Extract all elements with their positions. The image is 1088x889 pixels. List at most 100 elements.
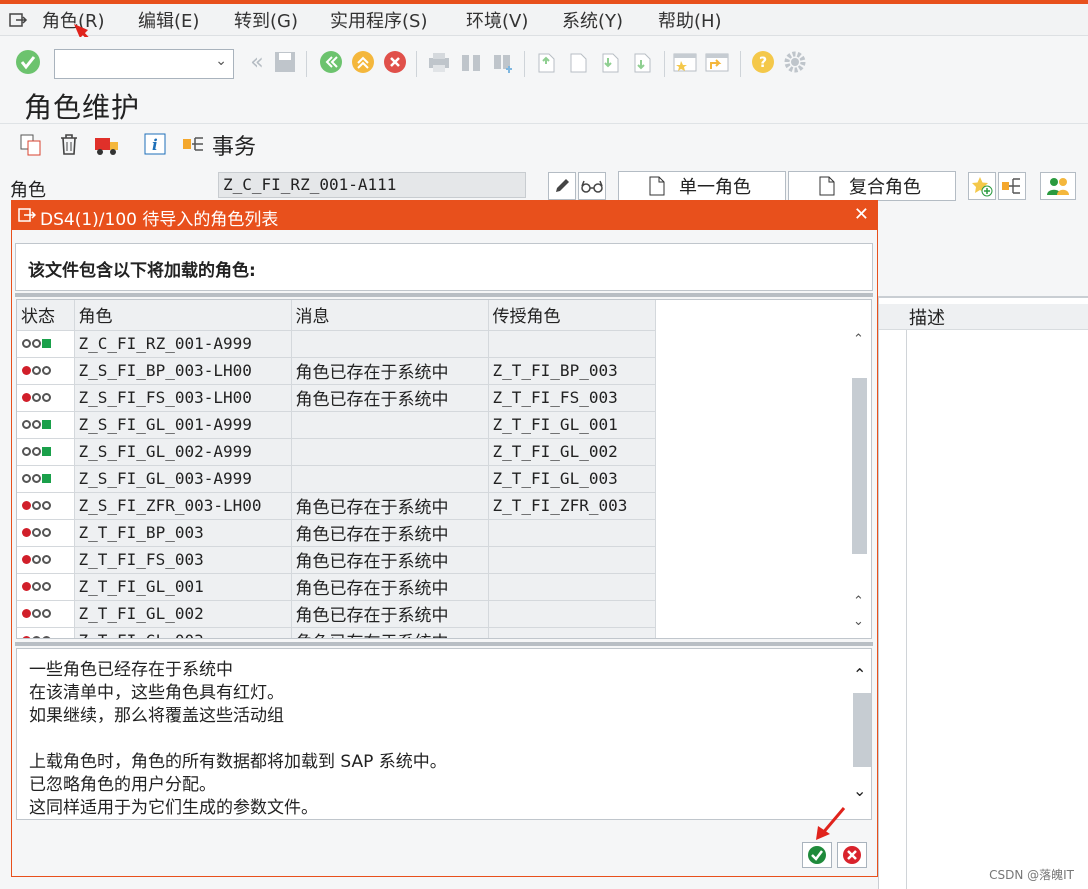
column-header-derived-role[interactable]: 传授角色 xyxy=(488,300,656,331)
derived-role-cell[interactable]: Z_T_FI_ZFR_003 xyxy=(488,492,656,520)
status-traffic-light-icon xyxy=(17,546,75,574)
scroll-down-icon[interactable]: ⌄ xyxy=(853,781,866,800)
description-panel: 描述 xyxy=(878,298,1088,889)
single-role-button[interactable]: 单一角色 xyxy=(618,171,786,201)
derived-role-cell[interactable] xyxy=(488,330,656,358)
intro-text: 该文件包含以下将加载的角色: xyxy=(28,261,256,281)
derived-role-cell[interactable]: Z_T_FI_BP_003 xyxy=(488,357,656,385)
import-roles-dialog: DS4(1)/100 待导入的角色列表 ✕ 该文件包含以下将加载的角色: 状态 … xyxy=(11,200,878,877)
status-traffic-light-icon xyxy=(17,411,75,439)
chevron-down-icon[interactable]: ⌄ xyxy=(215,53,227,69)
table-row[interactable]: Z_S_FI_GL_002-A999 Z_T_FI_GL_002 xyxy=(17,438,656,466)
table-row[interactable]: Z_T_FI_BP_003 角色已存在于系统中 xyxy=(17,519,656,547)
delete-icon[interactable] xyxy=(58,133,80,160)
favorite-add-icon[interactable] xyxy=(968,172,996,200)
previous-page-icon xyxy=(566,49,592,75)
menu-edit[interactable]: 编辑(E) xyxy=(138,7,199,33)
derived-role-cell[interactable]: Z_T_FI_FS_003 xyxy=(488,384,656,412)
column-header-role[interactable]: 角色 xyxy=(74,300,292,331)
derived-role-cell[interactable] xyxy=(488,600,656,628)
change-pencil-icon[interactable] xyxy=(548,172,576,200)
close-icon[interactable]: ✕ xyxy=(854,204,869,225)
derived-role-cell[interactable]: Z_T_FI_GL_001 xyxy=(488,411,656,439)
message-scrollbar[interactable]: ⌃ ⌄ xyxy=(853,653,871,813)
derived-role-cell[interactable]: Z_T_FI_GL_002 xyxy=(488,438,656,466)
menu-utilities[interactable]: 实用程序(S) xyxy=(330,7,427,33)
composite-role-button[interactable]: 复合角色 xyxy=(788,171,956,201)
role-cell[interactable]: Z_T_FI_GL_002 xyxy=(74,600,292,628)
table-row[interactable]: Z_T_FI_FS_003 角色已存在于系统中 xyxy=(17,546,656,574)
message-cell: 角色已存在于系统中 xyxy=(291,627,489,638)
user-assignment-icon[interactable] xyxy=(1040,172,1076,200)
scroll-down-icon[interactable]: ⌄ xyxy=(853,614,864,629)
transport-truck-icon[interactable] xyxy=(94,134,120,161)
cancel-button[interactable] xyxy=(837,842,867,868)
role-cell[interactable]: Z_T_FI_GL_003 xyxy=(74,627,292,638)
table-row[interactable]: Z_T_FI_GL_003角色已存在于系统中 xyxy=(17,627,656,638)
table-row[interactable]: Z_S_FI_ZFR_003-LH00 角色已存在于系统中 Z_T_FI_ZFR_0… xyxy=(17,492,656,520)
column-header-message[interactable]: 消息 xyxy=(291,300,489,331)
derived-role-cell[interactable] xyxy=(488,546,656,574)
status-traffic-light-icon xyxy=(17,330,75,358)
table-row[interactable]: Z_S_FI_FS_003-LH00 角色已存在于系统中 Z_T_FI_FS_003 xyxy=(17,384,656,412)
derived-role-cell[interactable] xyxy=(488,627,656,638)
menu-help[interactable]: 帮助(H) xyxy=(658,7,722,33)
menu-bar: 角色(R) 编辑(E) 转到(G) 实用程序(S) 环境(V) 系统(Y) 帮助… xyxy=(0,4,1088,36)
scroll-up-icon[interactable]: ⌃ xyxy=(853,332,864,347)
scroll-up-icon[interactable]: ⌃ xyxy=(853,665,866,684)
transactions-icon[interactable] xyxy=(182,133,208,160)
table-row[interactable]: Z_S_FI_BP_003-LH00 角色已存在于系统中 Z_T_FI_BP_003 xyxy=(17,357,656,385)
derived-role-cell[interactable] xyxy=(488,573,656,601)
splitter-handle[interactable] xyxy=(15,642,873,646)
role-cell[interactable]: Z_C_FI_RZ_001-A999 xyxy=(74,330,292,358)
message-line: 这同样适用于为它们生成的参数文件。 xyxy=(29,798,318,818)
message-line: 如果继续，那么将覆盖这些活动组 xyxy=(29,706,284,726)
display-glasses-icon[interactable] xyxy=(578,172,606,200)
splitter-handle[interactable] xyxy=(15,293,873,297)
help-icon: ? xyxy=(750,49,776,75)
copy-icon[interactable] xyxy=(20,134,42,161)
role-cell[interactable]: Z_T_FI_BP_003 xyxy=(74,519,292,547)
command-field[interactable]: ⌄ xyxy=(54,49,234,79)
exit-menu-icon[interactable] xyxy=(8,10,28,30)
enter-icon[interactable] xyxy=(14,49,42,75)
scroll-thumb[interactable] xyxy=(852,378,867,554)
role-cell[interactable]: Z_S_FI_BP_003-LH00 xyxy=(74,357,292,385)
menu-goto[interactable]: 转到(G) xyxy=(234,7,298,33)
svg-text:i: i xyxy=(152,136,158,154)
exit-icon[interactable] xyxy=(350,49,376,75)
page-title: 角色维护 xyxy=(24,91,141,124)
dialog-menu-icon[interactable] xyxy=(18,207,36,223)
role-cell[interactable]: Z_T_FI_FS_003 xyxy=(74,546,292,574)
table-row[interactable]: Z_S_FI_GL_001-A999 Z_T_FI_GL_001 xyxy=(17,411,656,439)
role-cell[interactable]: Z_S_FI_FS_003-LH00 xyxy=(74,384,292,412)
menu-environment[interactable]: 环境(V) xyxy=(466,7,528,33)
grid-scrollbar[interactable]: ⌃ ⌃ ⌄ xyxy=(849,332,871,638)
table-row[interactable]: Z_S_FI_GL_003-A999 Z_T_FI_GL_003 xyxy=(17,465,656,493)
table-row[interactable]: Z_T_FI_GL_001 角色已存在于系统中 xyxy=(17,573,656,601)
info-icon[interactable]: i xyxy=(144,133,166,160)
role-field[interactable]: Z_C_FI_RZ_001-A111 xyxy=(218,172,526,198)
derived-role-cell[interactable]: Z_T_FI_GL_003 xyxy=(488,465,656,493)
role-cell[interactable]: Z_S_FI_GL_003-A999 xyxy=(74,465,292,493)
transactions-label[interactable]: 事务 xyxy=(212,129,256,161)
role-cell[interactable]: Z_T_FI_GL_001 xyxy=(74,573,292,601)
scroll-up-icon[interactable]: ⌃ xyxy=(853,594,864,609)
menu-system[interactable]: 系统(Y) xyxy=(562,7,623,33)
back-icon[interactable] xyxy=(318,49,344,75)
derived-role-cell[interactable] xyxy=(488,519,656,547)
role-cell[interactable]: Z_S_FI_ZFR_003-LH00 xyxy=(74,492,292,520)
role-cell[interactable]: Z_S_FI_GL_002-A999 xyxy=(74,438,292,466)
checkmark-icon xyxy=(808,846,826,864)
column-header-status[interactable]: 状态 xyxy=(17,300,75,331)
role-cell[interactable]: Z_S_FI_GL_001-A999 xyxy=(74,411,292,439)
table-row[interactable]: Z_C_FI_RZ_001-A999 xyxy=(17,330,656,358)
print-icon xyxy=(426,49,452,75)
table-row[interactable]: Z_T_FI_GL_002 角色已存在于系统中 xyxy=(17,600,656,628)
back-disabled-icon: « xyxy=(250,49,264,75)
confirm-button[interactable] xyxy=(802,842,832,868)
standard-toolbar: ⌄ « ? xyxy=(0,37,1088,85)
role-hierarchy-icon[interactable] xyxy=(998,172,1026,200)
scroll-thumb[interactable] xyxy=(853,693,871,767)
cancel-icon[interactable] xyxy=(382,49,408,75)
